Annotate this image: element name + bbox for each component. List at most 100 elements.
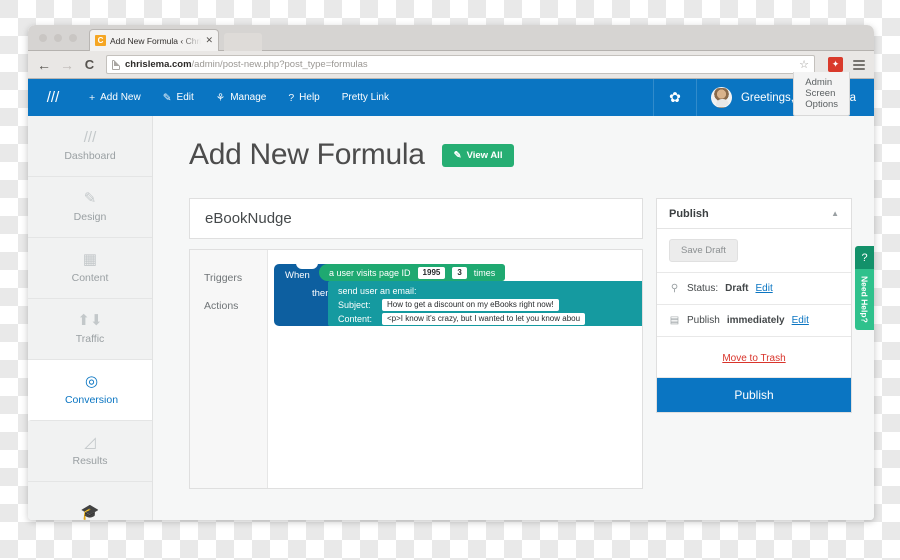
window-traffic-lights[interactable] xyxy=(39,34,77,42)
browser-tabstrip: C Add New Formula ‹ ChrisLe ✕ xyxy=(28,25,874,51)
need-help-label-wrap[interactable]: Need Help? xyxy=(855,269,874,330)
pencil-icon: ✎ xyxy=(453,149,462,161)
adminbar-item-edit[interactable]: ✎ Edit xyxy=(152,79,205,116)
publish-button[interactable]: Publish xyxy=(657,378,851,412)
builder-canvas[interactable]: When then a user visits page ID 1995 3 t… xyxy=(268,250,642,488)
avatar xyxy=(710,87,732,108)
status-prefix: Status: xyxy=(687,283,719,294)
tab-actions[interactable]: Actions xyxy=(190,292,267,320)
adminbar-item-pretty-link[interactable]: Pretty Link xyxy=(331,79,400,116)
browser-toolbar: ← → C chrislema.com/admin/post-new.php?p… xyxy=(28,51,874,79)
trigger-count-field[interactable]: 3 xyxy=(452,266,467,279)
status-edit-link[interactable]: Edit xyxy=(755,283,772,294)
editor-layout: eBookNudge Triggers Actions When then a … xyxy=(189,198,874,489)
page-title: Add New Formula xyxy=(189,138,425,171)
close-window-button[interactable] xyxy=(39,34,47,42)
close-icon[interactable]: ✕ xyxy=(205,35,213,46)
sidebar-item-content[interactable]: ▦ Content xyxy=(28,238,152,299)
sidebar-item-label: Results xyxy=(72,455,108,467)
adminbar-item-label: Manage xyxy=(230,92,267,103)
tab-title: Add New Formula ‹ ChrisLe xyxy=(110,35,202,46)
action-content-row: Content: <p>I know it's crazy, but I wan… xyxy=(338,312,642,326)
schedule-row: ▤ Publish immediately Edit xyxy=(669,315,839,326)
maximize-window-button[interactable] xyxy=(69,34,77,42)
reload-icon[interactable]: C xyxy=(83,57,96,72)
gear-icon[interactable]: ✿ xyxy=(652,79,697,116)
chevron-up-icon[interactable]: ▲ xyxy=(831,209,839,218)
adminbar-item-label: Pretty Link xyxy=(341,92,389,103)
admin-screen-options-tab[interactable]: Admin Screen Options xyxy=(793,72,850,116)
save-draft-section: Save Draft xyxy=(657,229,851,273)
forward-icon[interactable]: → xyxy=(60,57,74,73)
bookmark-star-icon[interactable]: ☆ xyxy=(799,58,809,71)
help-circle-icon: ? xyxy=(288,91,295,104)
address-bar[interactable]: chrislema.com/admin/post-new.php?post_ty… xyxy=(106,55,815,74)
block-notch xyxy=(296,263,318,269)
status-value: Draft xyxy=(725,283,749,294)
sidebar-item-dashboard[interactable]: /// Dashboard xyxy=(28,116,152,177)
back-icon[interactable]: ← xyxy=(37,57,51,73)
minimize-window-button[interactable] xyxy=(54,34,62,42)
paintbrush-icon: ✎ xyxy=(83,190,97,207)
slashes-icon: /// xyxy=(83,129,97,146)
need-help-tab[interactable]: ? Need Help? xyxy=(855,246,874,330)
action-block[interactable]: send user an email: Subject: How to get … xyxy=(328,281,642,326)
sidebar: /// Dashboard ✎ Design ▦ Content ⬆⬇ Traf… xyxy=(28,116,153,520)
wrench-icon: ⚘ xyxy=(215,91,226,104)
adminbar-item-add-new[interactable]: + Add New xyxy=(78,79,152,116)
plus-icon: + xyxy=(89,91,96,104)
url-text: chrislema.com/admin/post-new.php?post_ty… xyxy=(125,59,368,70)
adminbar-item-help[interactable]: ? Help xyxy=(277,79,330,116)
builder-tabs: Triggers Actions xyxy=(190,250,268,488)
publish-panel: Publish ▲ Save Draft ⚲ Status: Draft Edi… xyxy=(656,198,852,413)
trigger-text-before: a user visits page ID xyxy=(329,267,411,278)
admin-body: Admin Screen Options /// Dashboard ✎ Des… xyxy=(28,72,874,520)
adminbar-item-label: Add New xyxy=(100,92,141,103)
trigger-page-id-field[interactable]: 1995 xyxy=(417,266,446,279)
tab-triggers[interactable]: Triggers xyxy=(190,264,267,292)
sidebar-item-label: Dashboard xyxy=(64,150,116,162)
schedule-section: ▤ Publish immediately Edit xyxy=(657,305,851,337)
sidebar-item-design[interactable]: ✎ Design xyxy=(28,177,152,238)
grid-icon: ▦ xyxy=(82,251,98,268)
browser-menu-icon[interactable] xyxy=(853,59,865,70)
sidebar-item-label: Content xyxy=(71,272,109,284)
new-tab-button[interactable] xyxy=(224,33,262,51)
move-to-trash-link[interactable]: Move to Trash xyxy=(722,353,785,364)
trigger-block[interactable]: a user visits page ID 1995 3 times xyxy=(319,264,506,281)
trigger-text-after: times xyxy=(473,267,496,278)
page-header: Add New Formula ✎ View All xyxy=(189,138,874,172)
publish-panel-header[interactable]: Publish ▲ xyxy=(657,199,851,229)
page-document-icon xyxy=(112,59,120,70)
browser-tab-active[interactable]: C Add New Formula ‹ ChrisLe ✕ xyxy=(89,29,219,51)
schedule-prefix: Publish xyxy=(687,315,720,326)
view-all-button[interactable]: ✎ View All xyxy=(441,143,515,167)
sidebar-item-traffic[interactable]: ⬆⬇ Traffic xyxy=(28,299,152,360)
calendar-icon: ▤ xyxy=(669,315,680,326)
sidebar-item-results[interactable]: ◿ Results xyxy=(28,421,152,482)
subject-input[interactable]: How to get a discount on my eBooks right… xyxy=(382,299,559,311)
url-path: /admin/post-new.php?post_type=formulas xyxy=(191,59,368,70)
site-logo-icon[interactable]: /// xyxy=(28,89,78,106)
question-mark-icon[interactable]: ? xyxy=(855,246,874,269)
need-help-label: Need Help? xyxy=(859,276,870,323)
browser-window: C Add New Formula ‹ ChrisLe ✕ ← → C chri… xyxy=(28,25,874,520)
line-chart-icon: ◿ xyxy=(84,434,96,451)
content-label: Content: xyxy=(338,314,373,324)
when-label: When xyxy=(285,270,310,281)
formula-title-input[interactable]: eBookNudge xyxy=(189,198,643,239)
sidebar-item-training[interactable]: 🎓 xyxy=(28,482,152,520)
extension-icon[interactable]: ✦ xyxy=(828,57,843,72)
save-draft-button[interactable]: Save Draft xyxy=(669,239,738,262)
formula-title-value: eBookNudge xyxy=(205,210,292,227)
schedule-value: immediately xyxy=(726,315,785,326)
sidebar-item-conversion[interactable]: ◎ Conversion xyxy=(28,360,152,421)
main-content: Add New Formula ✎ View All eBookNudge Tr… xyxy=(153,116,874,520)
subject-label: Subject: xyxy=(338,300,371,310)
editor-main-column: eBookNudge Triggers Actions When then a … xyxy=(189,198,643,489)
adminbar-item-manage[interactable]: ⚘ Manage xyxy=(205,79,278,116)
content-input[interactable]: <p>I know it's crazy, but I wanted to le… xyxy=(382,313,586,325)
schedule-edit-link[interactable]: Edit xyxy=(792,315,809,326)
pencil-icon: ✎ xyxy=(162,91,172,104)
trash-section: Move to Trash xyxy=(657,337,851,378)
